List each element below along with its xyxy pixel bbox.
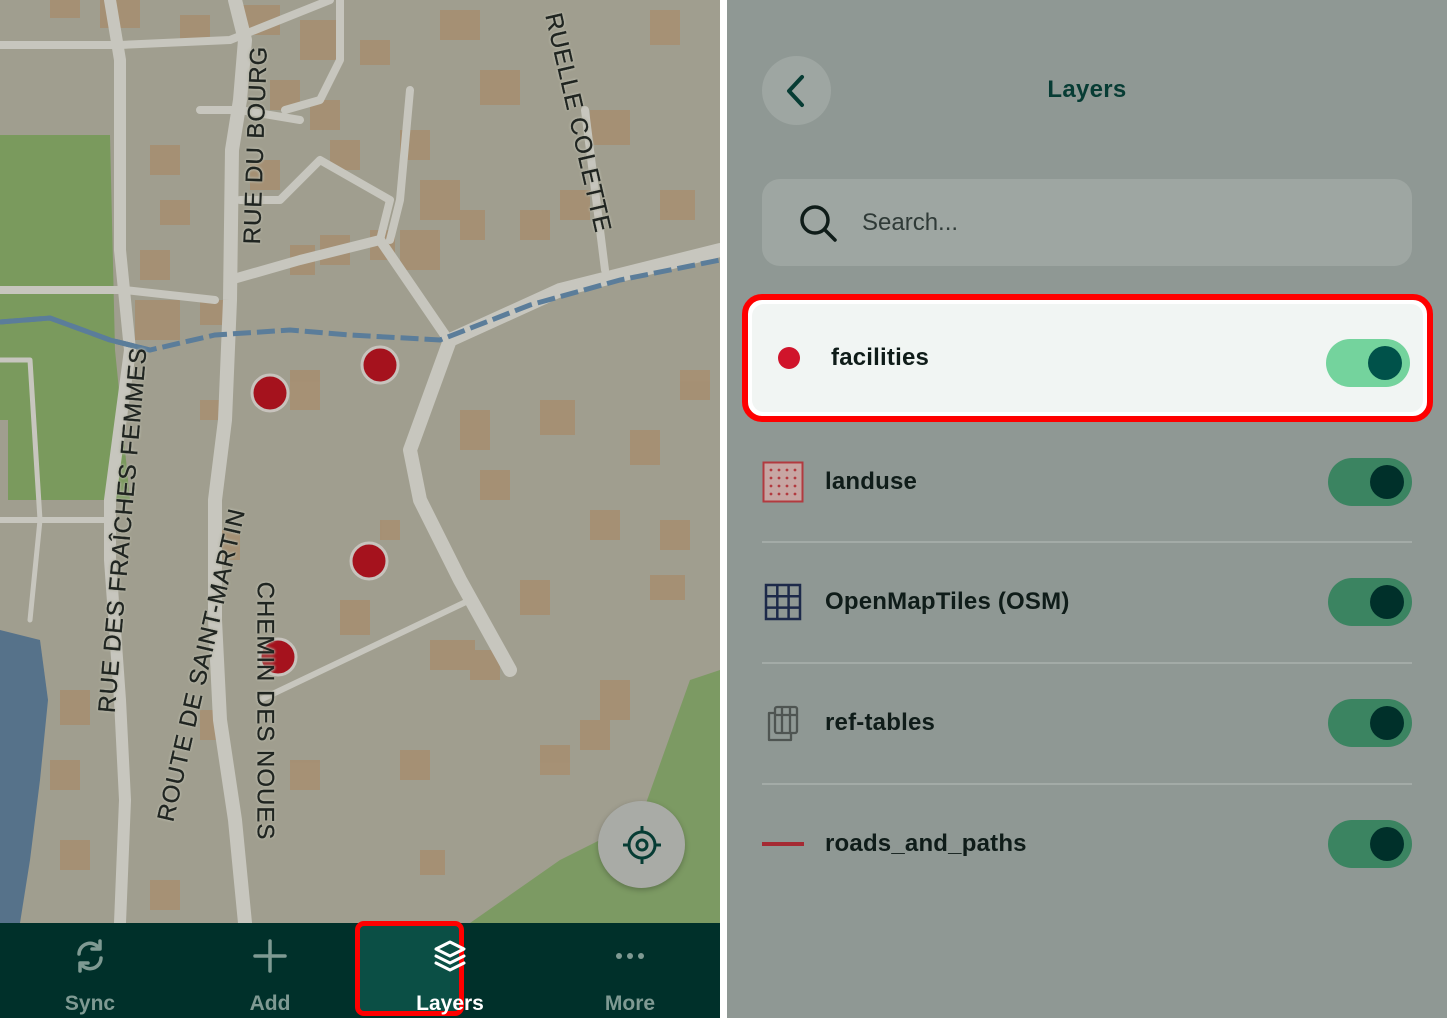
table-copy-icon (762, 702, 804, 744)
layer-row-landuse[interactable]: landuse (762, 422, 1412, 542)
nav-more-button[interactable]: More (540, 923, 720, 1018)
facilities-row-content: facilities (768, 300, 1418, 416)
layer-row-roads-and-paths[interactable]: roads_and_paths (762, 784, 1412, 904)
nav-more-label: More (604, 992, 656, 1015)
toggle-knob (1368, 346, 1402, 380)
nav-sync-button[interactable]: Sync (0, 923, 180, 1018)
polygon-layer-icon (762, 461, 804, 503)
layer-name: landuse (825, 468, 918, 495)
layer-visibility-toggle[interactable] (1328, 820, 1412, 868)
layer-row-facilities[interactable]: facilities (742, 294, 1433, 422)
bottom-navigation: Sync Add Layers More (0, 921, 720, 1018)
line-layer-icon (762, 823, 804, 865)
layer-visibility-toggle[interactable] (1328, 578, 1412, 626)
layer-visibility-toggle[interactable] (1328, 458, 1412, 506)
facility-marker[interactable] (349, 541, 389, 581)
layer-visibility-toggle[interactable] (1328, 699, 1412, 747)
search-input[interactable] (860, 207, 1384, 238)
toggle-knob (1370, 827, 1404, 861)
crosshair-icon (622, 825, 661, 864)
more-icon (612, 937, 648, 975)
point-layer-icon (768, 337, 810, 379)
grid-tiles-icon (762, 581, 804, 623)
green-area (0, 135, 130, 500)
toggle-knob (1370, 706, 1404, 740)
layer-row-openmaptiles[interactable]: OpenMapTiles (OSM) (762, 542, 1412, 662)
layers-icon (432, 937, 468, 975)
layer-name: roads_and_paths (825, 830, 1027, 857)
facility-marker[interactable] (250, 373, 290, 413)
layer-name: facilities (831, 344, 930, 371)
map-panel[interactable]: RUE DU BOURG RUELLE COLETTE RUE DES FRAÎ… (0, 0, 720, 1018)
layer-name: OpenMapTiles (OSM) (825, 588, 1070, 615)
search-icon (800, 204, 837, 242)
nav-add-label: Add (249, 992, 291, 1015)
plus-icon (252, 937, 288, 975)
layer-name: ref-tables (825, 709, 936, 736)
sync-icon (72, 937, 108, 975)
nav-add-button[interactable]: Add (180, 923, 360, 1018)
facility-marker[interactable] (360, 345, 400, 385)
nav-sync-label: Sync (64, 992, 116, 1015)
nav-layers-button[interactable]: Layers (355, 921, 540, 1018)
toggle-knob (1370, 465, 1404, 499)
nav-layers-label: Layers (416, 992, 484, 1015)
layer-row-ref-tables[interactable]: ref-tables (762, 663, 1412, 783)
panel-divider (720, 0, 727, 1018)
street-label: CHEMIN DES NOUES (251, 581, 279, 841)
page-title: Layers (1047, 76, 1127, 103)
layer-visibility-toggle[interactable] (1326, 339, 1410, 387)
toggle-knob (1370, 585, 1404, 619)
search-bar[interactable] (762, 179, 1412, 266)
layers-panel: Layers landuse (727, 0, 1447, 1018)
locate-me-button[interactable] (598, 801, 685, 888)
